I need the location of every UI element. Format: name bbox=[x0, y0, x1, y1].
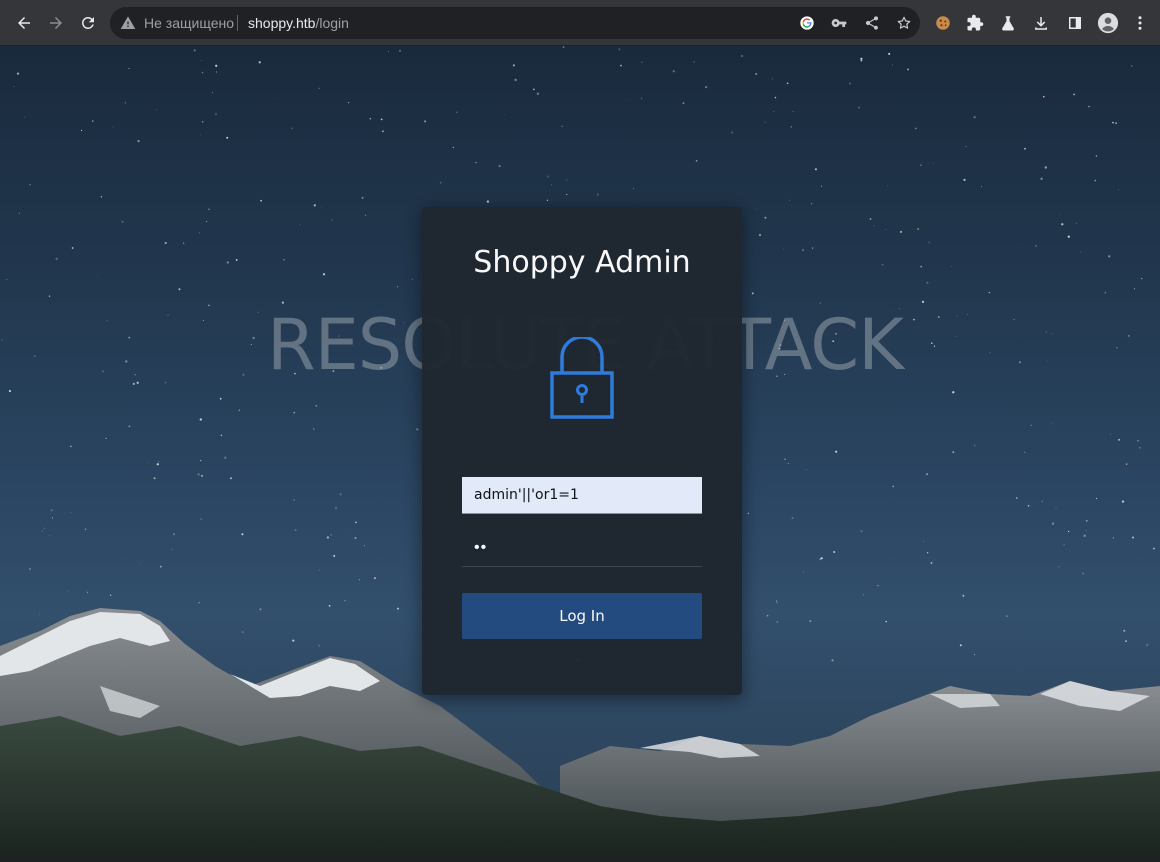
password-manager-button[interactable] bbox=[830, 14, 848, 32]
browser-toolbar: Не защищено shoppy.htb/login bbox=[0, 0, 1160, 46]
share-icon bbox=[865, 16, 878, 30]
forward-button[interactable] bbox=[42, 9, 70, 37]
cookie-extension-button[interactable] bbox=[933, 13, 953, 33]
profile-icon bbox=[1097, 12, 1119, 34]
labs-button[interactable] bbox=[998, 13, 1018, 33]
username-input[interactable]: admin'||'or1=1 bbox=[462, 477, 702, 514]
page-title: Shoppy Admin bbox=[473, 245, 691, 280]
omnibox-separator bbox=[237, 15, 238, 31]
reload-icon bbox=[81, 16, 94, 29]
share-button[interactable] bbox=[863, 14, 881, 32]
cookie-icon bbox=[936, 16, 950, 30]
puzzle-icon bbox=[967, 14, 984, 31]
padlock-icon bbox=[550, 337, 614, 419]
extensions-button[interactable] bbox=[965, 13, 985, 33]
arrow-right-icon bbox=[50, 17, 62, 29]
window-bottom-edge bbox=[0, 858, 1160, 862]
reload-button[interactable] bbox=[74, 9, 102, 37]
page-viewport: RESOLUTE ATTACK Shoppy Admin admin'||'or… bbox=[0, 46, 1160, 858]
star-icon bbox=[897, 16, 911, 29]
side-panel-button[interactable] bbox=[1065, 13, 1085, 33]
password-input[interactable]: •• bbox=[462, 530, 702, 567]
address-bar[interactable]: Не защищено shoppy.htb/login bbox=[110, 7, 920, 39]
flask-icon bbox=[1002, 16, 1014, 31]
security-status[interactable]: Не защищено bbox=[144, 15, 234, 31]
download-icon bbox=[1035, 17, 1047, 30]
url-text[interactable]: shoppy.htb/login bbox=[248, 15, 349, 31]
login-button[interactable]: Log In bbox=[462, 593, 702, 639]
chrome-menu-button[interactable] bbox=[1130, 13, 1150, 33]
side-panel-icon bbox=[1069, 17, 1081, 29]
downloads-button[interactable] bbox=[1031, 13, 1051, 33]
back-button[interactable] bbox=[10, 9, 38, 37]
bookmark-button[interactable] bbox=[895, 14, 913, 32]
login-card: Shoppy Admin admin'||'or1=1 •• Log In bbox=[422, 207, 742, 695]
url-host: shoppy.htb bbox=[248, 15, 316, 31]
profile-button[interactable] bbox=[1096, 11, 1120, 35]
google-lens-button[interactable] bbox=[798, 14, 816, 32]
warning-triangle-icon[interactable] bbox=[120, 15, 136, 31]
key-icon bbox=[831, 19, 847, 27]
kebab-menu-icon bbox=[1138, 16, 1142, 30]
arrow-left-icon bbox=[18, 17, 30, 29]
url-path: /login bbox=[315, 15, 349, 31]
google-icon bbox=[800, 16, 814, 30]
